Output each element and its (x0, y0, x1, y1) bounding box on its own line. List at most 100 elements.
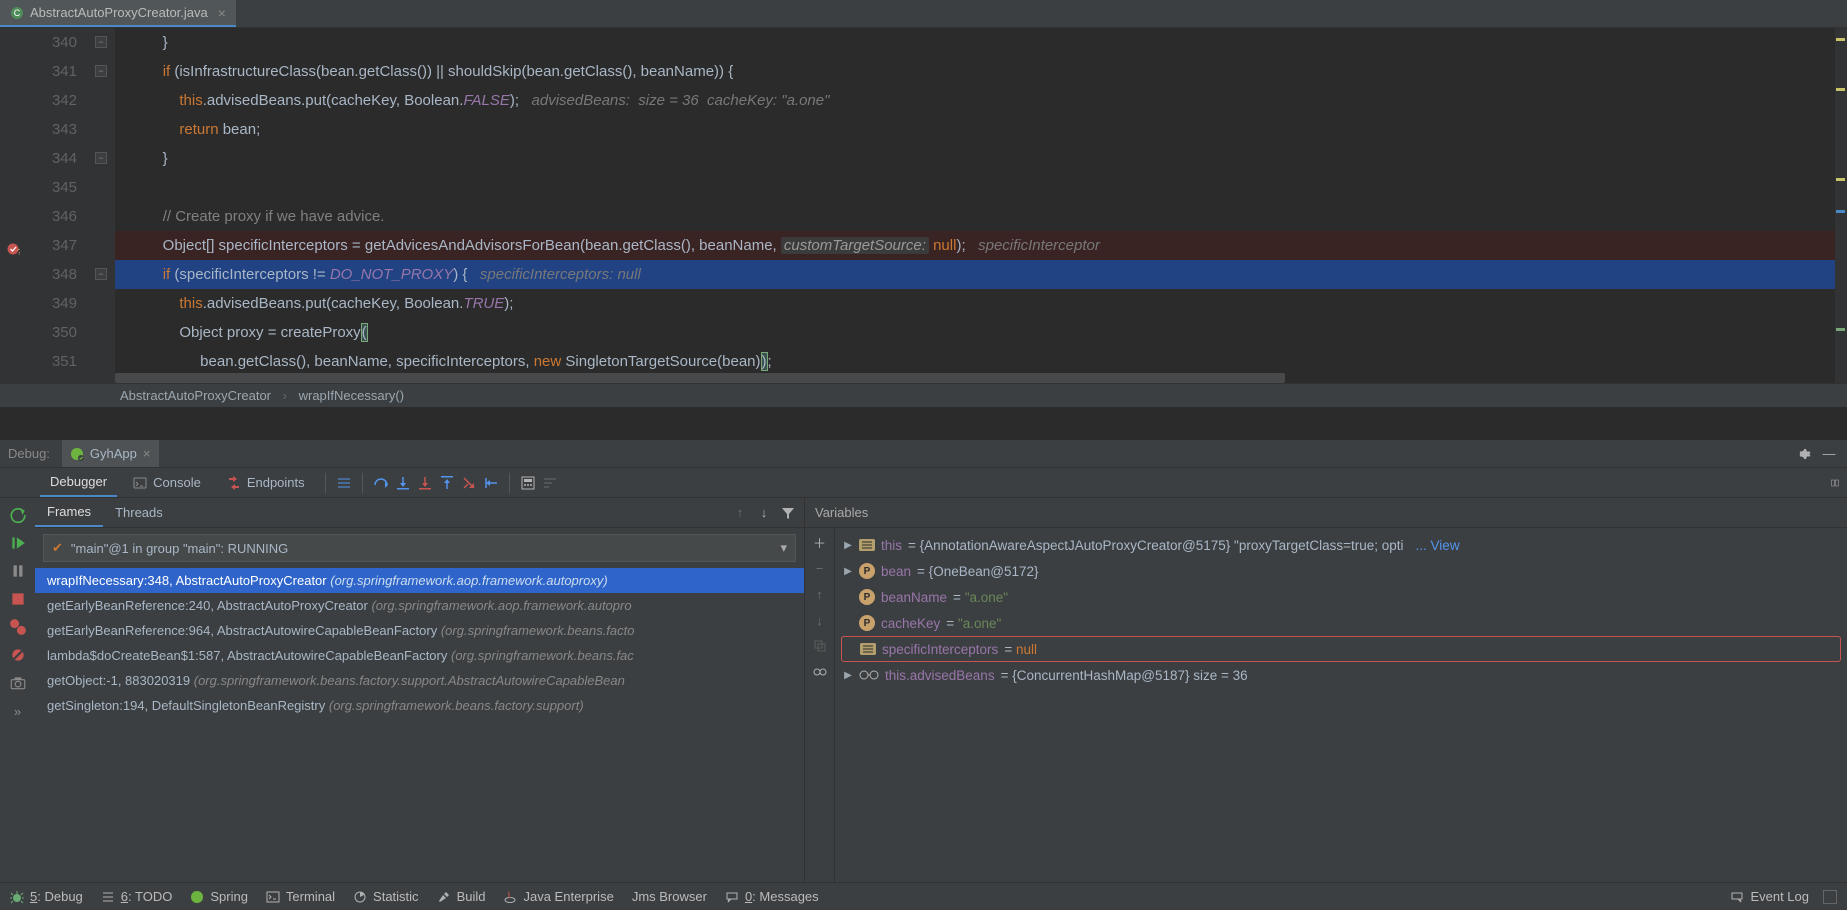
code-area[interactable]: } if (isInfrastructureClass(bean.getClas… (115, 28, 1835, 383)
code-line[interactable]: return bean; (115, 115, 1835, 144)
status-jms[interactable]: Jms Browser (632, 889, 707, 904)
code-line[interactable]: } (115, 144, 1835, 173)
close-icon[interactable]: × (218, 5, 226, 21)
variable-row[interactable]: ▶this.advisedBeans = {ConcurrentHashMap@… (835, 662, 1847, 688)
rerun-icon[interactable] (9, 506, 27, 524)
status-statistic[interactable]: Statistic (353, 889, 419, 904)
expand-arrow[interactable]: ▶ (843, 566, 853, 577)
expand-arrow[interactable]: ▶ (843, 540, 853, 551)
line-number[interactable]: 348 (0, 260, 77, 289)
mute-breakpoints-icon[interactable] (9, 646, 27, 664)
remove-watch-icon[interactable]: − (812, 560, 828, 576)
status-messages[interactable]: 0: Messages (725, 889, 819, 904)
status-debug[interactable]: 5: Debug (10, 889, 83, 904)
view-breakpoints-icon[interactable] (9, 618, 27, 636)
frame-up-icon[interactable]: ↑ (732, 505, 748, 521)
thread-selector[interactable]: ✔ "main"@1 in group "main": RUNNING ▾ (43, 534, 796, 562)
code-line[interactable]: this.advisedBeans.put(cacheKey, Boolean.… (115, 289, 1835, 318)
console-tab[interactable]: Console (123, 468, 211, 497)
stop-icon[interactable] (9, 590, 27, 608)
filter-icon[interactable] (780, 505, 796, 521)
fold-toggle[interactable]: − (95, 36, 107, 48)
trace-icon[interactable] (542, 475, 558, 491)
debugger-tab[interactable]: Debugger (40, 468, 117, 497)
variables-list[interactable]: ▶this = {AnnotationAwareAspectJAutoProxy… (835, 528, 1847, 882)
view-link[interactable]: ... View (1416, 538, 1460, 553)
chevron-down-icon[interactable]: ▾ (780, 540, 787, 556)
code-line[interactable]: bean.getClass(), beanName, specificInter… (115, 347, 1835, 376)
status-terminal[interactable]: Terminal (266, 889, 335, 904)
fold-toggle[interactable]: − (95, 268, 107, 280)
close-icon[interactable]: × (143, 446, 151, 461)
variable-row[interactable]: specificInterceptors = null (841, 636, 1841, 662)
settings-icon[interactable] (1795, 446, 1811, 462)
line-number[interactable]: 343 (0, 115, 77, 144)
status-java-enterprise[interactable]: Java Enterprise (503, 889, 613, 904)
line-number[interactable]: 346 (0, 202, 77, 231)
code-line[interactable] (115, 173, 1835, 202)
file-tab[interactable]: C AbstractAutoProxyCreator.java × (0, 0, 236, 27)
threads-tab[interactable]: Threads (103, 498, 175, 527)
line-number[interactable]: 341 (0, 57, 77, 86)
layout-icon[interactable] (1831, 475, 1847, 491)
step-over-icon[interactable] (373, 475, 389, 491)
watch-down-icon[interactable]: ↓ (812, 612, 828, 628)
line-number[interactable]: 340 (0, 28, 77, 57)
variable-row[interactable]: PbeanName = "a.one" (835, 584, 1847, 610)
step-into-icon[interactable] (395, 475, 411, 491)
code-line[interactable]: Object[] specificInterceptors = getAdvic… (115, 231, 1835, 260)
fold-toggle[interactable]: − (95, 152, 107, 164)
status-todo[interactable]: 6: TODO (101, 889, 173, 904)
fold-toggle[interactable]: − (95, 65, 107, 77)
code-line[interactable]: if (isInfrastructureClass(bean.getClass(… (115, 57, 1835, 86)
line-number[interactable]: 350 (0, 318, 77, 347)
run-to-cursor-icon[interactable] (483, 475, 499, 491)
memory-indicator[interactable] (1823, 890, 1837, 904)
variable-row[interactable]: PcacheKey = "a.one" (835, 610, 1847, 636)
force-step-into-icon[interactable] (417, 475, 433, 491)
evaluate-icon[interactable] (520, 475, 536, 491)
code-line[interactable]: // Create proxy if we have advice. (115, 202, 1835, 231)
stack-frame[interactable]: getSingleton:194, DefaultSingletonBeanRe… (35, 693, 804, 718)
step-out-icon[interactable] (439, 475, 455, 491)
line-number[interactable]: 347? (0, 231, 77, 260)
minimize-icon[interactable]: — (1821, 446, 1837, 462)
variable-row[interactable]: ▶Pbean = {OneBean@5172} (835, 558, 1847, 584)
drop-frame-icon[interactable] (461, 475, 477, 491)
stack-frame[interactable]: getEarlyBeanReference:964, AbstractAutow… (35, 618, 804, 643)
status-spring[interactable]: Spring (190, 889, 248, 904)
stack-frame[interactable]: getEarlyBeanReference:240, AbstractAutoP… (35, 593, 804, 618)
run-config-tab[interactable]: GyhApp × (62, 440, 159, 467)
stack-frame[interactable]: getObject:-1, 883020319 (org.springframe… (35, 668, 804, 693)
pause-icon[interactable] (9, 562, 27, 580)
breadcrumb-method[interactable]: wrapIfNecessary() (299, 388, 404, 403)
frame-down-icon[interactable]: ↓ (756, 505, 772, 521)
breakpoint-icon[interactable]: ? (6, 237, 20, 251)
threads-icon[interactable] (336, 475, 352, 491)
camera-icon[interactable] (9, 674, 27, 692)
watch-up-icon[interactable]: ↑ (812, 586, 828, 602)
expand-arrow[interactable]: ▶ (843, 670, 853, 681)
more-icon[interactable]: » (9, 702, 27, 720)
horizontal-scrollbar[interactable] (115, 373, 1285, 383)
line-number[interactable]: 342 (0, 86, 77, 115)
line-number[interactable]: 351 (0, 347, 77, 376)
status-build[interactable]: Build (437, 889, 486, 904)
show-watches-icon[interactable] (812, 664, 828, 680)
duplicate-watch-icon[interactable] (812, 638, 828, 654)
line-number[interactable]: 344 (0, 144, 77, 173)
variable-row[interactable]: ▶this = {AnnotationAwareAspectJAutoProxy… (835, 532, 1847, 558)
stack-frame[interactable]: lambda$doCreateBean$1:587, AbstractAutow… (35, 643, 804, 668)
frames-list[interactable]: wrapIfNecessary:348, AbstractAutoProxyCr… (35, 568, 804, 882)
resume-icon[interactable] (9, 534, 27, 552)
breadcrumb-class[interactable]: AbstractAutoProxyCreator (120, 388, 271, 403)
endpoints-tab[interactable]: Endpoints (217, 468, 315, 497)
code-line[interactable]: } (115, 28, 1835, 57)
breadcrumb[interactable]: AbstractAutoProxyCreator › wrapIfNecessa… (0, 383, 1847, 407)
stack-frame[interactable]: wrapIfNecessary:348, AbstractAutoProxyCr… (35, 568, 804, 593)
line-number[interactable]: 349 (0, 289, 77, 318)
status-event-log[interactable]: Event Log (1730, 889, 1809, 904)
code-line[interactable]: Object proxy = createProxy( (115, 318, 1835, 347)
line-number[interactable]: 345 (0, 173, 77, 202)
frames-tab[interactable]: Frames (35, 498, 103, 527)
